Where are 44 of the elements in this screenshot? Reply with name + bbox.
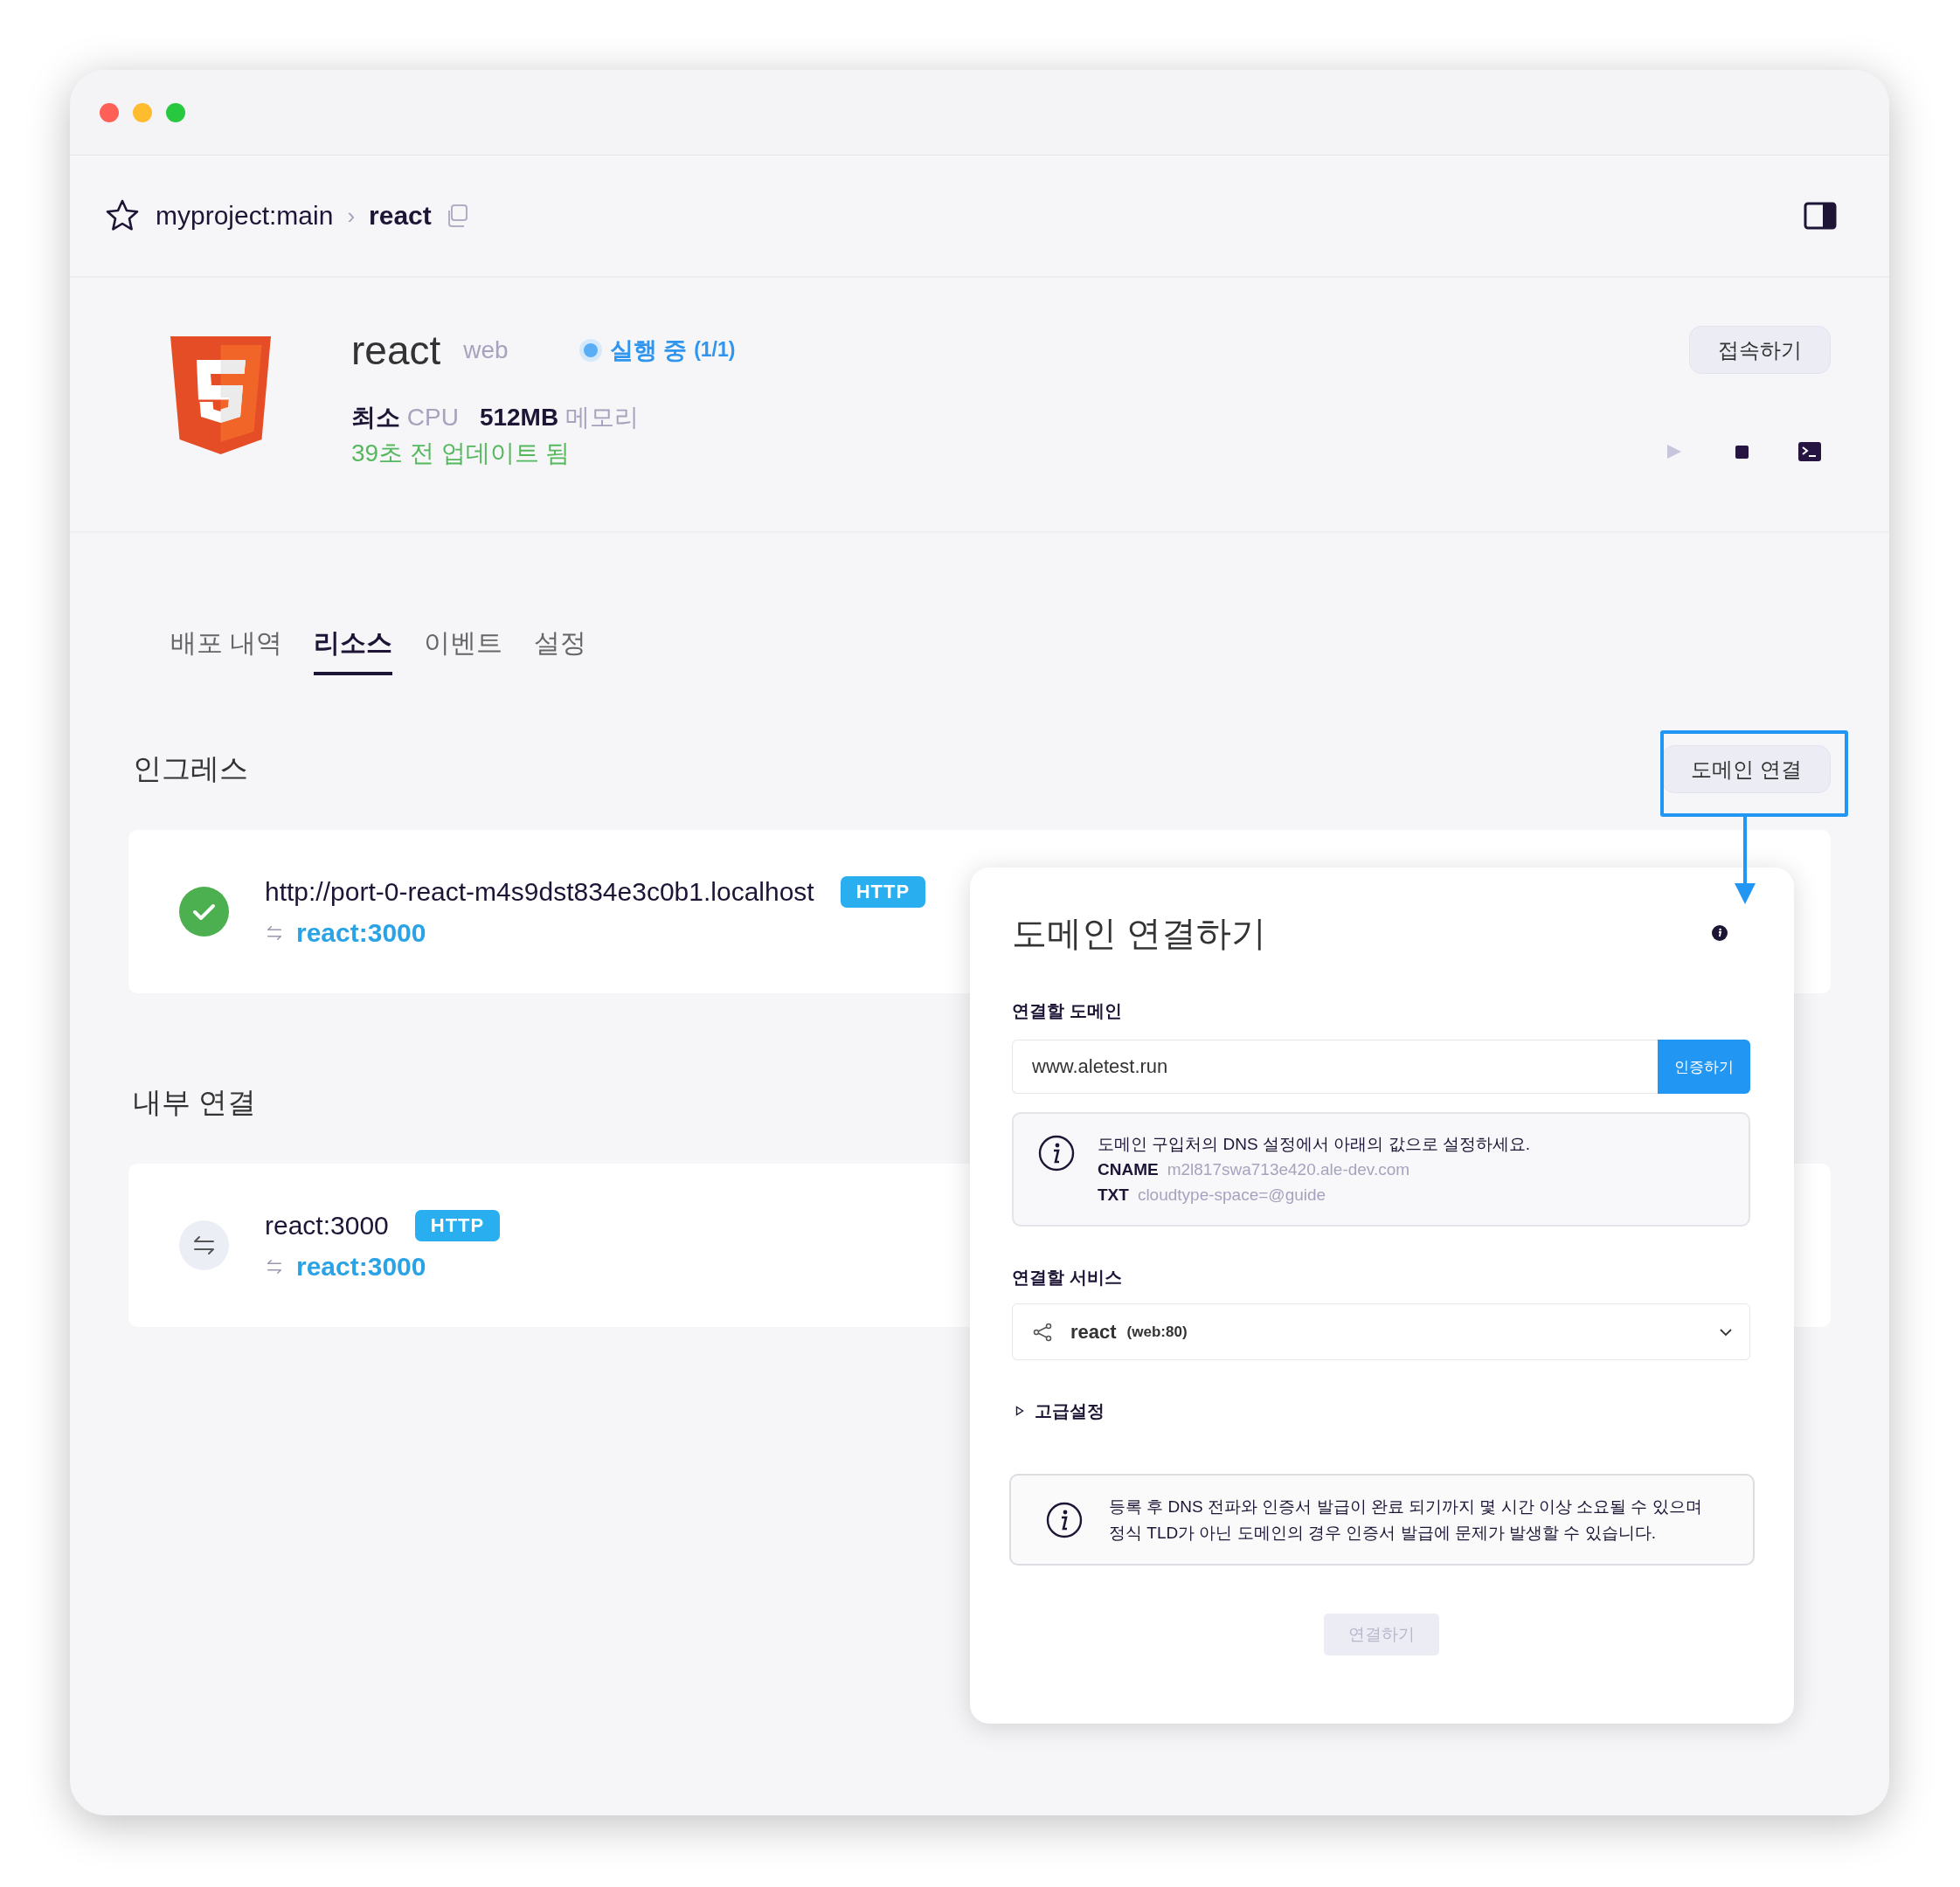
tab[interactable]: 배포 내역: [170, 625, 283, 675]
info-icon: [1038, 1135, 1075, 1172]
protocol-badge: HTTP: [414, 1209, 501, 1241]
spec-text: 512MB 메모리: [479, 403, 639, 432]
protocol-badge: HTTP: [840, 875, 926, 908]
panel-toggle-icon[interactable]: [1804, 202, 1837, 230]
record-type: CNAME: [1098, 1160, 1159, 1179]
close-button[interactable]: [100, 102, 119, 122]
dialog-title: 도메인 연결하기: [1012, 912, 1267, 954]
breadcrumb-link[interactable]: myproject:main: [156, 201, 334, 231]
swap-circle-icon: [179, 1220, 229, 1270]
tab[interactable]: 이벤트: [424, 625, 503, 675]
address-text: react:3000: [265, 1210, 389, 1241]
domain-input[interactable]: www.aletest.run: [1012, 1040, 1658, 1094]
service-select[interactable]: react (web:80): [1012, 1303, 1750, 1360]
star-icon[interactable]: [105, 198, 140, 233]
breadcrumb-separator: ›: [347, 202, 356, 230]
check-circle-icon: [179, 887, 229, 937]
field-label: 연결할 서비스: [1012, 1267, 1123, 1289]
record-value: cloudtype-space=@guide: [1137, 1185, 1326, 1204]
record-type: TXT: [1098, 1185, 1129, 1204]
notice-text: 등록 후 DNS 전파와 인증서 발급이 완료 되기까지 몇 시간 이상 소요될 수 있으며 정식 TLD가 아닌 도메인의 경우 인증서 발급에 문제가 발생할 수 있습니다.: [1109, 1496, 1703, 1544]
section-title: 내부 연결: [133, 1085, 257, 1120]
info-icon[interactable]: [1712, 925, 1728, 941]
status-count: (1/1): [694, 338, 736, 362]
hint-text: 도메인 구입처의 DNS 설정에서 아래의 값으로 설정하세요.: [1098, 1134, 1531, 1155]
share-icon: [1032, 1321, 1053, 1343]
status-label: 실행 중: [609, 335, 688, 365]
tab[interactable]: 리소스: [314, 625, 393, 675]
service-name: react: [351, 326, 441, 374]
updated-text: 39초 전 업데이트 됨: [351, 439, 571, 468]
connect-button[interactable]: 접속하기: [1689, 326, 1831, 374]
tab[interactable]: 설정: [534, 625, 587, 675]
record-value: m2l817swa713e420.ale-dev.com: [1167, 1160, 1410, 1179]
field-label: 연결할 도메인: [1012, 1000, 1123, 1022]
connect-domain-button[interactable]: 도메인 연결: [1662, 745, 1831, 793]
terminal-icon[interactable]: [1797, 439, 1822, 464]
advanced-toggle[interactable]: 고급설정: [1012, 1399, 1105, 1423]
breadcrumb-current: react: [369, 201, 432, 231]
spec-text: 최소 CPU: [351, 403, 459, 432]
service-type: web: [463, 335, 509, 364]
address-text: http://port-0-react-m4s9dst834e3c0b1.localhost: [265, 876, 814, 907]
info-icon: [1046, 1501, 1083, 1538]
section-title: 인그레스: [133, 751, 248, 786]
